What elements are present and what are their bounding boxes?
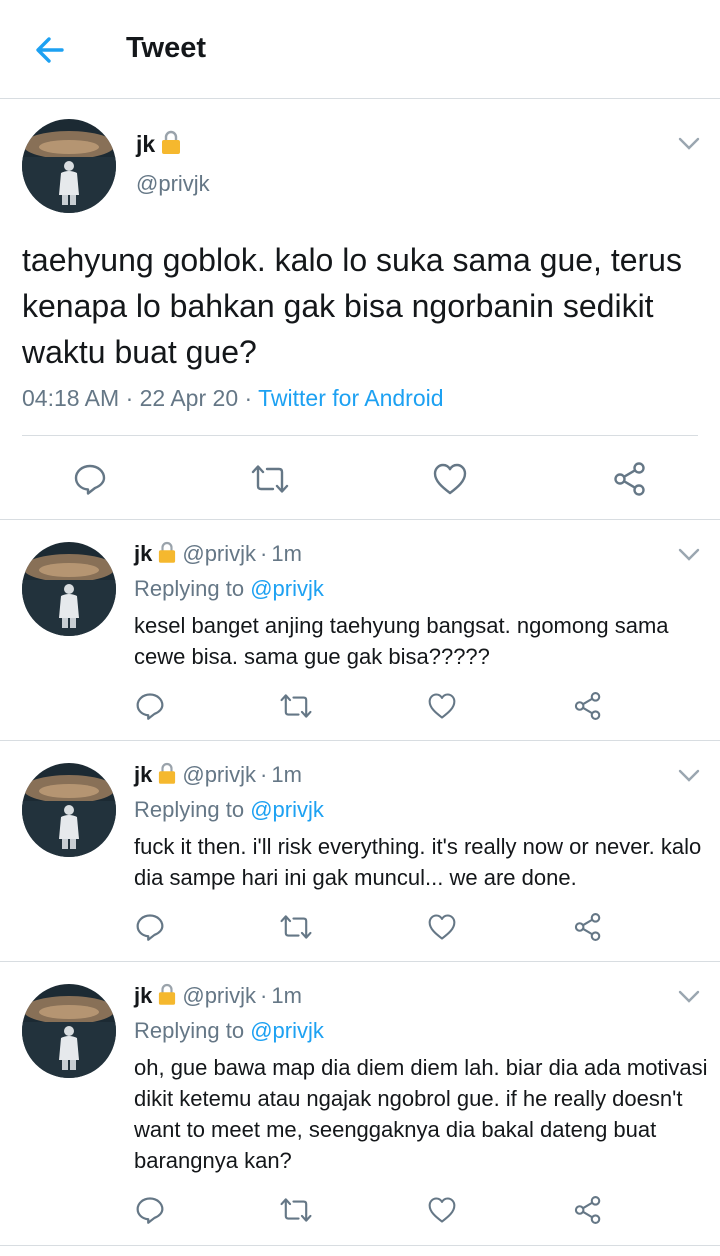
meta-separator: ·: [260, 541, 268, 566]
lock-icon: [161, 129, 181, 161]
divider: [22, 435, 698, 436]
share-icon[interactable]: [568, 1190, 608, 1230]
chevron-down-icon[interactable]: [678, 548, 700, 562]
replying-label: Replying to: [134, 576, 245, 601]
tweet-time: 1m: [271, 762, 302, 787]
replying-to-link[interactable]: @privjk: [250, 576, 324, 601]
tweet-meta: 04:18 AM · 22 Apr 20 · Twitter for Andro…: [22, 385, 444, 412]
replying-label: Replying to: [134, 1018, 245, 1043]
retweet-icon[interactable]: [276, 907, 316, 947]
tweet-source-link[interactable]: Twitter for Android: [258, 385, 443, 411]
display-name[interactable]: jk: [136, 129, 181, 161]
retweet-icon[interactable]: [246, 455, 294, 503]
reply-header: jk @privjk · 1m: [134, 761, 302, 791]
display-name[interactable]: jk: [134, 983, 152, 1008]
page-title: Tweet: [126, 32, 207, 64]
meta-separator: ·: [260, 983, 268, 1008]
tweet-actions: [0, 686, 720, 726]
share-icon[interactable]: [568, 907, 608, 947]
chevron-down-icon[interactable]: [678, 769, 700, 783]
lock-icon: [158, 982, 176, 1012]
chevron-down-icon[interactable]: [678, 137, 700, 151]
main-tweet: jk @privjk taehyung goblok. kalo lo suka…: [0, 99, 720, 520]
tweet-date: 22 Apr 20: [139, 385, 239, 411]
display-name[interactable]: jk: [134, 541, 152, 566]
handle[interactable]: @privjk: [182, 983, 256, 1008]
avatar[interactable]: [22, 119, 116, 213]
display-name[interactable]: jk: [134, 762, 152, 787]
reply-header: jk @privjk · 1m: [134, 540, 302, 570]
meta-separator: ·: [260, 762, 268, 787]
replying-to: Replying to @privjk: [134, 576, 324, 602]
chevron-down-icon[interactable]: [678, 990, 700, 1004]
back-arrow-icon[interactable]: [30, 30, 70, 70]
handle[interactable]: @privjk: [136, 171, 210, 197]
replying-label: Replying to: [134, 797, 245, 822]
meta-separator: ·: [125, 385, 134, 411]
share-icon[interactable]: [606, 455, 654, 503]
like-icon[interactable]: [426, 455, 474, 503]
lock-icon: [158, 761, 176, 791]
retweet-icon[interactable]: [276, 686, 316, 726]
reply-icon[interactable]: [130, 907, 170, 947]
reply-tweet[interactable]: jk @privjk · 1m Replying to @privjk kesel …: [0, 520, 720, 741]
handle[interactable]: @privjk: [182, 762, 256, 787]
top-bar: Tweet: [0, 0, 720, 99]
replying-to: Replying to @privjk: [134, 1018, 324, 1044]
tweet-time: 1m: [271, 983, 302, 1008]
avatar[interactable]: [22, 984, 116, 1078]
tweet-text: fuck it then. i'll risk everything. it's…: [134, 834, 702, 890]
retweet-icon[interactable]: [276, 1190, 316, 1230]
like-icon[interactable]: [422, 686, 462, 726]
reply-header: jk @privjk · 1m: [134, 982, 302, 1012]
replying-to-link[interactable]: @privjk: [250, 1018, 324, 1043]
reply-tweet[interactable]: jk @privjk · 1m Replying to @privjk fuck i…: [0, 741, 720, 962]
tweet-actions: [0, 1190, 720, 1230]
reply-icon[interactable]: [130, 686, 170, 726]
reply-icon[interactable]: [66, 455, 114, 503]
meta-separator: ·: [244, 385, 253, 411]
share-icon[interactable]: [568, 686, 608, 726]
tweet-actions: [0, 449, 720, 509]
tweet-time: 1m: [271, 541, 302, 566]
replying-to: Replying to @privjk: [134, 797, 324, 823]
like-icon[interactable]: [422, 1190, 462, 1230]
handle[interactable]: @privjk: [182, 541, 256, 566]
like-icon[interactable]: [422, 907, 462, 947]
tweet-time: 04:18 AM: [22, 385, 120, 411]
reply-tweet[interactable]: jk @privjk · 1m Replying to @privjk oh, gu…: [0, 962, 720, 1246]
tweet-text: taehyung goblok. kalo lo suka sama gue, …: [22, 242, 682, 370]
reply-icon[interactable]: [130, 1190, 170, 1230]
replying-to-link[interactable]: @privjk: [250, 797, 324, 822]
lock-icon: [158, 540, 176, 570]
tweet-text: oh, gue bawa map dia diem diem lah. biar…: [134, 1055, 708, 1173]
tweet-text: kesel banget anjing taehyung bangsat. ng…: [134, 613, 669, 669]
display-name-text: jk: [136, 131, 156, 157]
avatar[interactable]: [22, 763, 116, 857]
avatar[interactable]: [22, 542, 116, 636]
tweet-actions: [0, 907, 720, 947]
